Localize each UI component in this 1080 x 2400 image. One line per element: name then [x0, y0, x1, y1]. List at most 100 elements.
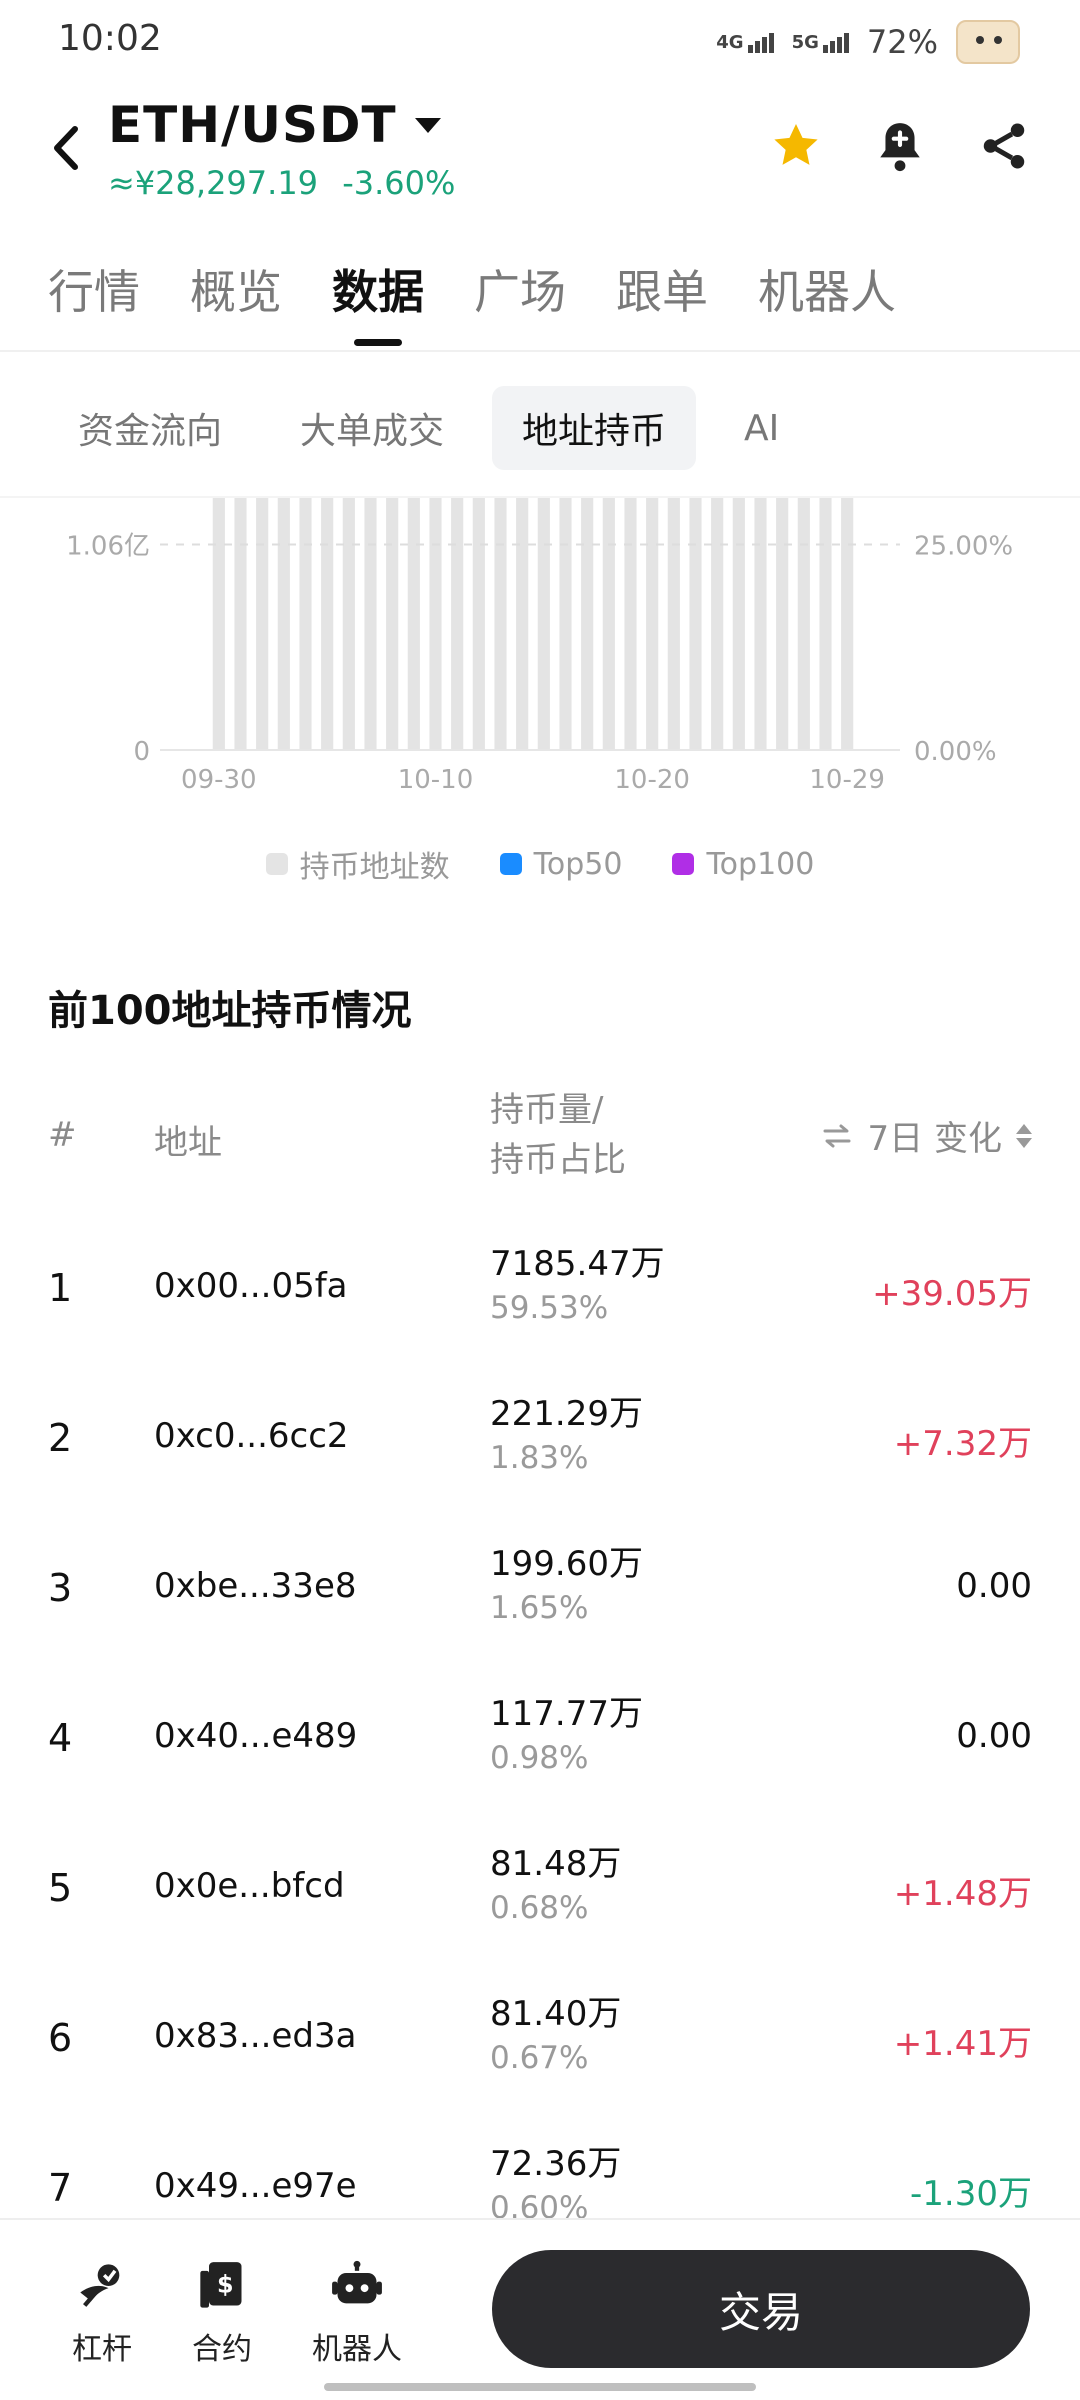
bell-icon[interactable]	[872, 118, 928, 174]
avatar	[956, 20, 1020, 64]
row-change: +1.48万	[893, 1874, 1032, 1914]
row-index: 4	[48, 1716, 73, 1760]
main-tabs: 行情 概览 数据 广场 跟单 机器人	[48, 256, 896, 346]
chart-legend: 持币地址数 Top50 Top100	[0, 842, 1080, 886]
row-amount: 117.77万	[490, 1694, 643, 1734]
table-row[interactable]: 4 0x40...e489 117.77万 0.98% 0.00	[48, 1680, 1032, 1830]
chevron-left-icon	[54, 126, 78, 170]
chart-bar	[342, 498, 355, 750]
table-row[interactable]: 2 0xc0...6cc2 221.29万 1.83% +7.32万	[48, 1380, 1032, 1530]
tab-data[interactable]: 数据	[332, 256, 424, 346]
nav-leverage[interactable]: 杠杆	[72, 2258, 132, 2368]
swap-icon[interactable]	[820, 1119, 854, 1153]
price-value: ≈¥28,297.19	[108, 164, 319, 202]
header-actions	[768, 118, 1032, 174]
row-index: 6	[48, 2016, 73, 2060]
y-tick-left: 1.06亿	[66, 532, 150, 562]
status-indicators: 4G 5G 72%	[716, 20, 1020, 64]
chart-bar	[451, 498, 464, 750]
back-button[interactable]	[40, 118, 92, 178]
legend-label: Top50	[533, 846, 623, 882]
x-tick: 09-30	[181, 765, 257, 795]
column-header-index: #	[48, 1115, 77, 1155]
nav-label: 杠杆	[72, 2332, 132, 2367]
x-tick: 10-10	[398, 765, 474, 795]
chart-bar	[581, 498, 594, 750]
row-amount: 7185.47万	[490, 1244, 665, 1284]
chart-bar	[776, 498, 789, 750]
chart-bar	[407, 498, 420, 750]
row-amount: 72.36万	[490, 2144, 622, 2184]
tab-market[interactable]: 行情	[48, 256, 140, 346]
sort-icon[interactable]	[1016, 1123, 1032, 1148]
tab-overview[interactable]: 概览	[190, 256, 282, 346]
subtab-ai[interactable]: AI	[714, 392, 809, 465]
pair-selector[interactable]: ETH/USDT	[108, 96, 441, 154]
share-icon[interactable]	[976, 118, 1032, 174]
holdings-list: 1 0x00...05fa 7185.47万 59.53% +39.05万 2 …	[48, 1230, 1032, 2230]
subtab-fund-flow[interactable]: 资金流向	[48, 386, 252, 470]
robot-icon	[329, 2258, 385, 2314]
signal-4g-icon: 4G	[716, 32, 774, 53]
column-header-change[interactable]: 7日 变化	[820, 1111, 1032, 1160]
bottom-nav: 杠杆 $ 合约 机器人	[72, 2258, 402, 2368]
column-header-address: 地址	[154, 1123, 222, 1163]
subtab-address-holdings[interactable]: 地址持币	[492, 386, 697, 470]
legend-label: Top100	[706, 846, 815, 882]
leverage-icon	[74, 2258, 130, 2314]
chart-bar	[841, 498, 854, 750]
chart-bar	[234, 498, 247, 750]
legend-swatch	[265, 853, 288, 875]
row-address: 0x83...ed3a	[154, 2016, 357, 2056]
row-change: +7.32万	[893, 1424, 1032, 1464]
nav-contract[interactable]: $ 合约	[192, 2258, 252, 2368]
table-row[interactable]: 5 0x0e...bfcd 81.48万 0.68% +1.48万	[48, 1830, 1032, 1980]
y-tick-right: 0.00%	[914, 737, 997, 767]
table-row[interactable]: 7 0x49...e97e 72.36万 0.60% -1.30万	[48, 2130, 1032, 2230]
row-index: 1	[48, 1266, 73, 1310]
chart-bar	[667, 498, 680, 750]
row-percent: 0.68%	[490, 1890, 589, 1926]
row-percent: 1.83%	[490, 1440, 589, 1476]
chart-bar	[516, 498, 529, 750]
row-amount: 81.40万	[490, 1994, 622, 2034]
row-change: 0.00	[956, 1716, 1032, 1756]
star-icon[interactable]	[768, 118, 824, 174]
chart-bar	[494, 498, 507, 750]
bottom-bar: 杠杆 $ 合约 机器人 交易	[0, 2218, 1080, 2400]
tab-copy-trade[interactable]: 跟单	[616, 256, 708, 346]
subtab-large-orders[interactable]: 大单成交	[270, 386, 474, 470]
row-change: -1.30万	[910, 2174, 1032, 2214]
legend-top100[interactable]: Top100	[672, 842, 814, 886]
row-percent: 0.98%	[490, 1740, 589, 1776]
signal-5g-icon: 5G	[792, 32, 849, 53]
row-address: 0xbe...33e8	[154, 1566, 357, 1606]
row-address: 0x40...e489	[154, 1716, 358, 1756]
section-title: 前100地址持币情况	[48, 988, 412, 1034]
row-percent: 0.67%	[490, 2040, 589, 2076]
legend-address-count[interactable]: 持币地址数	[265, 842, 450, 886]
table-row[interactable]: 1 0x00...05fa 7185.47万 59.53% +39.05万	[48, 1230, 1032, 1380]
chart-bar	[819, 498, 832, 750]
nav-bot[interactable]: 机器人	[312, 2258, 402, 2368]
row-index: 7	[48, 2166, 73, 2210]
battery-level: 72%	[866, 23, 938, 61]
caret-down-icon	[414, 117, 441, 133]
row-amount: 81.48万	[490, 1844, 622, 1884]
chart-bar	[602, 498, 615, 750]
legend-swatch	[672, 853, 695, 875]
change-header-label: 7日 变化	[867, 1119, 1002, 1159]
chart-bar	[689, 498, 702, 750]
table-row[interactable]: 3 0xbe...33e8 199.60万 1.65% 0.00	[48, 1530, 1032, 1680]
trade-button[interactable]: 交易	[492, 2250, 1030, 2368]
chart-bar	[256, 498, 269, 750]
home-indicator	[324, 2383, 756, 2391]
holdings-chart: 0 1.06亿 0.00% 25.00% 09-30 10-10 10-20 10-29	[0, 498, 1080, 828]
legend-top50[interactable]: Top50	[499, 842, 623, 886]
status-bar: 10:02 4G 5G 72%	[0, 0, 1080, 80]
row-change: 0.00	[956, 1566, 1032, 1606]
table-row[interactable]: 6 0x83...ed3a 81.40万 0.67% +1.41万	[48, 1980, 1032, 2130]
price-line: ≈¥28,297.19 -3.60%	[108, 164, 469, 202]
tab-bot[interactable]: 机器人	[758, 256, 896, 346]
tab-square[interactable]: 广场	[474, 256, 566, 346]
